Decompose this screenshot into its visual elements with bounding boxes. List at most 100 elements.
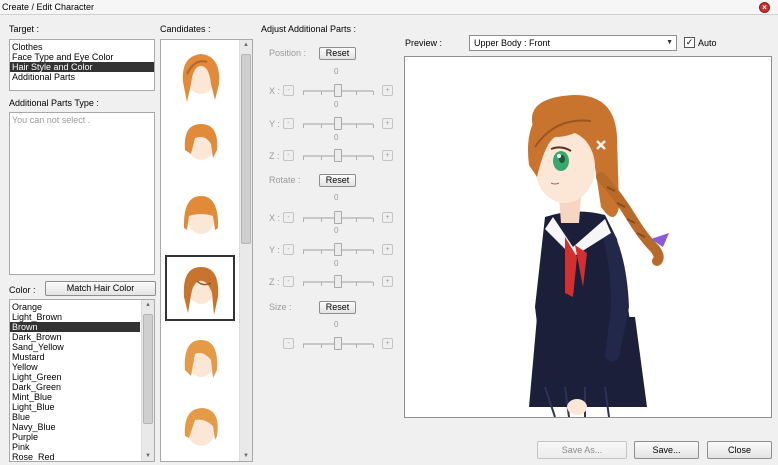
target-list[interactable]: Clothes Face Type and Eye Color Hair Sty… — [9, 39, 155, 91]
rotate-axis-label: Z : — [269, 277, 280, 287]
slider-tick — [355, 344, 357, 348]
slider-tick — [355, 250, 357, 254]
rotate-reset-button[interactable]: Reset — [319, 174, 356, 187]
plus-icon[interactable]: + — [382, 118, 393, 129]
plus-icon[interactable]: + — [382, 276, 393, 287]
slider-thumb[interactable] — [334, 337, 342, 350]
color-scrollbar[interactable]: ▲ ▼ — [141, 300, 154, 461]
slider-thumb[interactable] — [334, 117, 342, 130]
slider-tick — [303, 344, 304, 348]
additional-parts-type-label: Additional Parts Type : — [9, 98, 99, 108]
slider-thumb[interactable] — [334, 211, 342, 224]
color-item[interactable]: Pink — [10, 442, 140, 452]
position-slider[interactable]: - + — [283, 149, 393, 163]
hair-candidate-4[interactable] — [165, 255, 235, 321]
color-item[interactable]: Dark_Brown — [10, 332, 140, 342]
save-button[interactable]: Save... — [634, 441, 699, 459]
window-close-icon[interactable]: × — [759, 2, 770, 13]
preview-view-select[interactable]: Upper Body : Front ▼ — [469, 35, 677, 51]
color-item[interactable]: Mint_Blue — [10, 392, 140, 402]
minus-icon[interactable]: - — [283, 244, 294, 255]
target-item-hair[interactable]: Hair Style and Color — [10, 62, 154, 72]
hair-candidate-6[interactable] — [165, 396, 235, 462]
hair-candidate-3[interactable] — [165, 182, 235, 248]
position-slider[interactable]: - + — [283, 117, 393, 131]
slider-tick — [355, 218, 357, 222]
plus-icon[interactable]: + — [382, 150, 393, 161]
close-button[interactable]: Close — [707, 441, 772, 459]
position-axis-label: Y : — [269, 119, 280, 129]
plus-icon[interactable]: + — [382, 212, 393, 223]
slider-tick — [303, 156, 304, 160]
minus-icon[interactable]: - — [283, 150, 294, 161]
position-slider-value: 0 — [334, 133, 339, 142]
color-item[interactable]: Brown — [10, 322, 140, 332]
slider-thumb[interactable] — [334, 243, 342, 256]
position-slider[interactable]: - + — [283, 84, 393, 98]
rotate-slider[interactable]: - + — [283, 275, 393, 289]
target-label: Target : — [9, 24, 40, 34]
additional-parts-type-list[interactable]: You can not select . — [9, 112, 155, 275]
color-item[interactable]: Light_Blue — [10, 402, 140, 412]
rotate-slider-value: 0 — [334, 226, 339, 235]
rotate-slider[interactable]: - + — [283, 243, 393, 257]
rotate-label: Rotate : — [269, 175, 301, 185]
slider-tick — [355, 156, 357, 160]
target-item-clothes[interactable]: Clothes — [10, 42, 154, 52]
candidates-scrollbar[interactable]: ▲ ▼ — [239, 40, 252, 461]
size-label: Size : — [269, 302, 292, 312]
color-item[interactable]: Purple — [10, 432, 140, 442]
color-list[interactable]: Orange Light_Brown Brown Dark_Brown Sand_Yel… — [9, 299, 155, 462]
scroll-down-icon[interactable]: ▼ — [142, 451, 154, 461]
rotate-slider-value: 0 — [334, 259, 339, 268]
color-item[interactable]: Sand_Yellow — [10, 342, 140, 352]
slider-tick — [303, 218, 304, 222]
slider-thumb[interactable] — [334, 275, 342, 288]
hair-candidate-2[interactable] — [165, 110, 235, 176]
slider-thumb[interactable] — [334, 149, 342, 162]
rotate-slider[interactable]: - + — [283, 211, 393, 225]
color-item[interactable]: Dark_Green — [10, 382, 140, 392]
preview-view-value: Upper Body : Front — [474, 38, 551, 48]
color-label: Color : — [9, 285, 36, 295]
match-hair-color-button[interactable]: Match Hair Color — [45, 281, 156, 296]
minus-icon[interactable]: - — [283, 212, 294, 223]
preview-viewport[interactable] — [404, 56, 772, 418]
color-item[interactable]: Light_Brown — [10, 312, 140, 322]
color-item[interactable]: Navy_Blue — [10, 422, 140, 432]
position-reset-button[interactable]: Reset — [319, 47, 356, 60]
slider-tick — [320, 218, 322, 222]
minus-icon[interactable]: - — [283, 338, 294, 349]
auto-checkbox[interactable]: ✓ — [684, 37, 695, 48]
character-preview-image — [527, 95, 669, 417]
plus-icon[interactable]: + — [382, 244, 393, 255]
plus-icon[interactable]: + — [382, 85, 393, 96]
minus-icon[interactable]: - — [283, 118, 294, 129]
color-item[interactable]: Rose_Red — [10, 452, 140, 461]
scroll-up-icon[interactable]: ▲ — [142, 300, 154, 310]
rotate-axis-label: Y : — [269, 245, 280, 255]
plus-icon[interactable]: + — [382, 338, 393, 349]
auto-label: Auto — [698, 38, 717, 48]
minus-icon[interactable]: - — [283, 85, 294, 96]
hair-candidate-5[interactable] — [165, 328, 235, 394]
slider-tick — [303, 282, 304, 286]
slider-tick — [303, 250, 304, 254]
minus-icon[interactable]: - — [283, 276, 294, 287]
save-as-button[interactable]: Save As... — [537, 441, 627, 459]
hair-candidate-1[interactable] — [165, 44, 235, 110]
color-item[interactable]: Mustard — [10, 352, 140, 362]
color-item[interactable]: Blue — [10, 412, 140, 422]
color-item[interactable]: Orange — [10, 302, 140, 312]
size-slider[interactable]: - + — [283, 337, 393, 351]
color-scroll-thumb[interactable] — [143, 314, 153, 424]
color-item[interactable]: Yellow — [10, 362, 140, 372]
target-item-additional[interactable]: Additional Parts — [10, 72, 154, 82]
candidates-scroll-thumb[interactable] — [241, 54, 251, 244]
slider-thumb[interactable] — [334, 84, 342, 97]
size-reset-button[interactable]: Reset — [319, 301, 356, 314]
target-item-face[interactable]: Face Type and Eye Color — [10, 52, 154, 62]
scroll-down-icon[interactable]: ▼ — [240, 451, 252, 461]
scroll-up-icon[interactable]: ▲ — [240, 40, 252, 50]
color-item[interactable]: Light_Green — [10, 372, 140, 382]
